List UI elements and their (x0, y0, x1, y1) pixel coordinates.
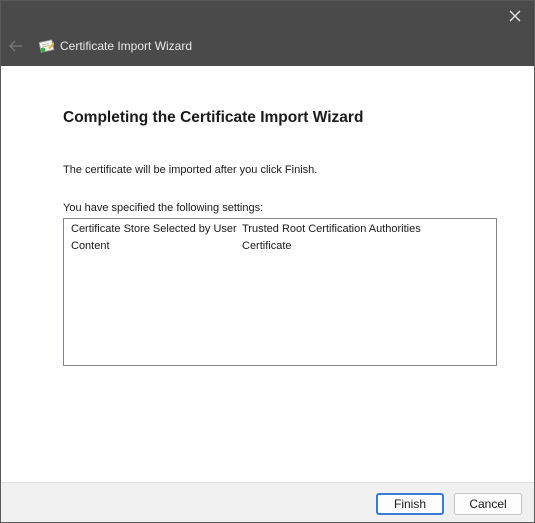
setting-value: Trusted Root Certification Authorities (242, 223, 421, 235)
setting-key: Content (71, 240, 110, 252)
intro-text: The certificate will be imported after y… (63, 164, 318, 176)
title-bar: Certificate Import Wizard (1, 1, 534, 66)
window-title: Certificate Import Wizard (60, 39, 193, 53)
settings-label: You have specified the following setting… (63, 202, 264, 214)
close-button[interactable] (506, 7, 524, 25)
back-arrow-icon (9, 40, 22, 52)
certificate-icon (38, 37, 56, 55)
setting-key: Certificate Store Selected by User (71, 223, 237, 235)
wizard-window: Certificate Import Wizard Completing the… (0, 0, 535, 523)
finish-button[interactable]: Finish (376, 493, 444, 515)
settings-row: Content Certificate (64, 237, 496, 254)
settings-row: Certificate Store Selected by User Trust… (64, 220, 496, 237)
page-heading: Completing the Certificate Import Wizard (63, 109, 364, 126)
settings-list[interactable]: Certificate Store Selected by User Trust… (63, 218, 497, 366)
cancel-button[interactable]: Cancel (454, 493, 522, 515)
close-icon (509, 10, 521, 22)
setting-value: Certificate (242, 240, 292, 252)
back-button[interactable] (8, 38, 24, 54)
button-bar: Finish Cancel (1, 482, 534, 522)
